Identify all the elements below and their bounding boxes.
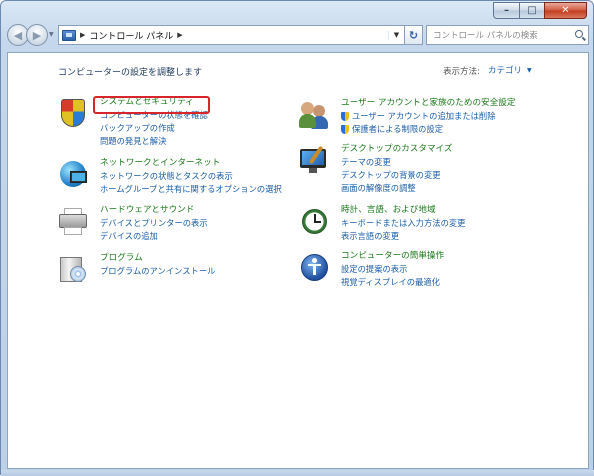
address-history-dropdown-icon[interactable]: ▼ [388,31,404,39]
close-button[interactable]: ✕ [544,2,587,19]
link-add-device[interactable]: デバイスの追加 [100,230,208,243]
view-by-label: 表示方法: [443,67,480,77]
category-title-ease-of-access[interactable]: コンピューターの簡単操作 [341,250,444,263]
link-change-background[interactable]: デスクトップの背景の変更 [341,169,452,182]
search-icon[interactable] [575,30,583,38]
main-content: コンピューターの設定を調整します 表示方法: カテゴリ ▼ システムとセキュリテ… [7,52,589,469]
category-title-programs[interactable]: プログラム [100,252,215,265]
link-change-theme[interactable]: テーマの変更 [341,156,452,169]
link-network-status[interactable]: ネットワークの状態とタスクの表示 [100,170,282,183]
page-title: コンピューターの設定を調整します [58,68,203,78]
clock-globe-icon[interactable] [299,206,329,236]
link-add-remove-user-accounts[interactable]: ユーザー アカウントの追加または削除 [341,110,515,123]
refresh-button[interactable]: ↻ [405,25,423,45]
refresh-icon: ↻ [408,28,419,42]
link-change-keyboard[interactable]: キーボードまたは入力方法の変更 [341,217,465,230]
maximize-button[interactable]: □ [519,2,544,19]
breadcrumb-control-panel[interactable]: コントロール パネル [89,29,173,42]
category-title-hardware-sound[interactable]: ハードウェアとサウンド [100,204,208,217]
chevron-down-icon: ▼ [527,66,532,74]
link-homegroup-sharing[interactable]: ホームグループと共有に関するオプションの選択 [100,183,282,196]
category-title-clock-language[interactable]: 時計、言語、および地域 [341,204,465,217]
uac-shield-icon [341,112,349,121]
category-title-user-accounts[interactable]: ユーザー アカウントと家族のための安全設定 [341,97,515,110]
highlight-box [93,96,210,114]
recent-pages-dropdown-icon[interactable]: ▼ [49,31,54,38]
link-optimize-visual-display[interactable]: 視覚ディスプレイの最適化 [341,276,444,289]
breadcrumb-separator-icon[interactable]: ▶ [177,31,182,39]
printer-icon[interactable] [58,206,88,236]
view-by-value: カテゴリ [488,66,523,76]
link-adjust-resolution[interactable]: 画面の解像度の調整 [341,182,452,195]
forward-button[interactable]: ▶ [26,24,48,46]
forward-arrow-icon: ▶ [32,28,42,42]
control-panel-icon [62,29,76,41]
shield-icon[interactable] [58,98,88,128]
view-by-dropdown[interactable]: カテゴリ ▼ [483,62,537,78]
programs-box-icon[interactable] [58,254,88,284]
link-troubleshoot[interactable]: 問題の発見と解決 [100,135,208,148]
link-change-display-language[interactable]: 表示言語の変更 [341,230,465,243]
link-suggested-settings[interactable]: 設定の提案の表示 [341,263,444,276]
link-uninstall-program[interactable]: プログラムのアンインストール [100,265,215,278]
monitor-paint-icon[interactable] [299,145,329,175]
caption-buttons: – □ ✕ [493,2,587,19]
back-arrow-icon: ◀ [13,28,23,42]
control-panel-window: – □ ✕ ◀ ▶ ▼ ▶ コントロール パネル ▶ ▼ ↻ コントロール パネ… [0,0,594,476]
category-title-appearance[interactable]: デスクトップのカスタマイズ [341,143,452,156]
link-label: ユーザー アカウントの追加または削除 [352,111,496,121]
link-devices-printers[interactable]: デバイスとプリンターの表示 [100,217,208,230]
link-create-backup[interactable]: バックアップの作成 [100,122,208,135]
users-icon[interactable] [299,99,329,129]
breadcrumb-separator-icon[interactable]: ▶ [80,31,85,39]
uac-shield-icon [341,125,349,134]
accessibility-icon[interactable] [299,252,329,282]
minimize-button[interactable]: – [493,2,519,19]
search-input[interactable]: コントロール パネルの検索 [426,25,589,45]
window-bottom-border [1,470,594,476]
link-parental-controls[interactable]: 保護者による制限の設定 [341,123,515,136]
search-placeholder: コントロール パネルの検索 [433,31,538,41]
globe-network-icon[interactable] [58,159,88,189]
link-label: 保護者による制限の設定 [352,124,444,134]
category-title-network[interactable]: ネットワークとインターネット [100,157,282,170]
navigation-bar: ◀ ▶ ▼ ▶ コントロール パネル ▶ ▼ ↻ コントロール パネルの検索 [7,23,589,47]
address-bar[interactable]: ▶ コントロール パネル ▶ ▼ [58,25,405,45]
